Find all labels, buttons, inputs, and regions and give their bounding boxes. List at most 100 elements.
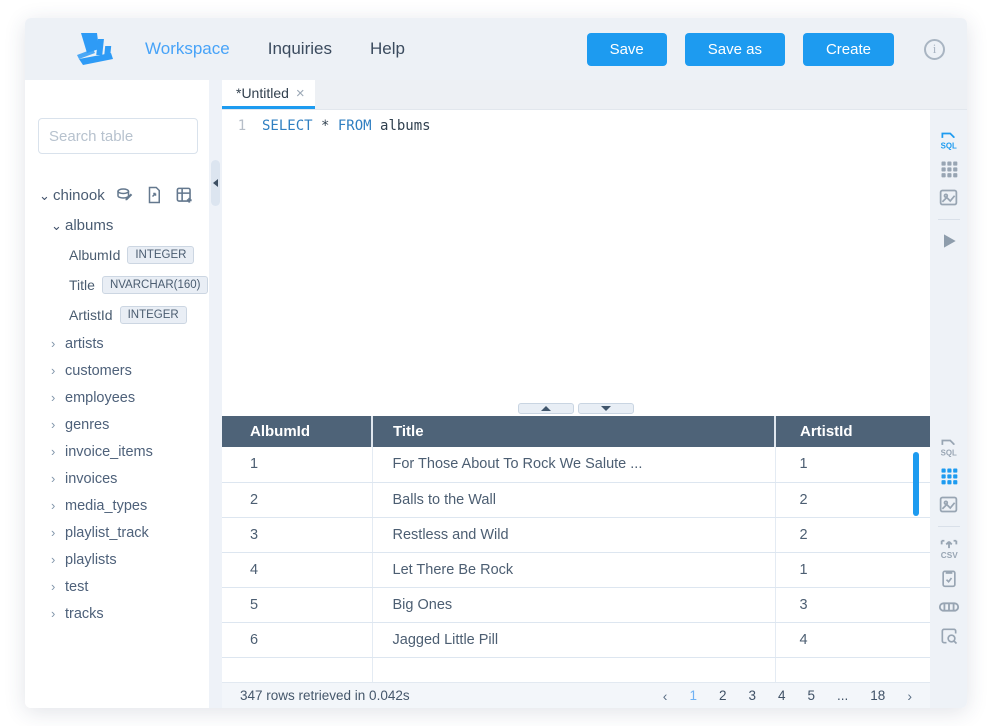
column-header-title[interactable]: Title [372,416,775,447]
page-5[interactable]: 5 [808,688,816,703]
line-number: 1 [222,118,262,403]
results-grid: AlbumIdTitleArtistId 1For Those About To… [222,416,930,682]
table-cell: 5 [222,587,372,622]
table-cell: Jagged Little Pill [372,622,775,657]
page-3[interactable]: 3 [748,688,756,703]
svg-text:CSV: CSV [940,551,957,560]
info-icon[interactable]: i [924,39,945,60]
table-row[interactable]: 6Jagged Little Pill4 [222,622,930,657]
database-node-chinook[interactable]: ⌄ chinook [25,180,209,211]
table-cell [222,657,372,682]
table-row[interactable]: 2Balls to the Wall2 [222,482,930,517]
app-window: Workspace Inquiries Help Save Save as Cr… [25,18,967,708]
save-button[interactable]: Save [587,33,667,66]
chevron-right-icon: › [51,606,65,621]
create-button[interactable]: Create [803,33,894,66]
column-type-badge: NVARCHAR(160) [102,276,209,294]
table-node-invoice_items[interactable]: ›invoice_items [25,438,209,465]
table-node-artists[interactable]: ›artists [25,330,209,357]
close-tab-icon[interactable]: × [296,85,305,102]
table-node-genres[interactable]: ›genres [25,411,209,438]
table-node-albums[interactable]: ⌄ albums [25,211,209,240]
rows-status-text: 347 rows retrieved in 0.042s [240,688,410,703]
zoom-area-icon[interactable] [939,626,959,646]
table-cell: Let There Be Rock [372,552,775,587]
table-name: albums [65,217,113,234]
chevron-right-icon: › [51,525,65,540]
toolbar-divider [938,526,960,527]
table-name: artists [65,336,104,352]
table-row-partial[interactable] [222,657,930,682]
expand-up-button[interactable] [518,403,574,414]
schema-tree: ⌄ chinook ⌄ [25,180,209,627]
table-cell: 2 [775,482,930,517]
sql-editor[interactable]: 1 SELECT * FROM albums [222,110,930,403]
page-2[interactable]: 2 [719,688,727,703]
table-node-playlist_track[interactable]: ›playlist_track [25,519,209,546]
page-prev[interactable]: ‹ [663,688,668,704]
grid-view-icon[interactable] [939,159,959,179]
chart-view-icon[interactable] [938,187,959,208]
table-node-employees[interactable]: ›employees [25,384,209,411]
collapse-sidebar-handle[interactable] [211,160,220,206]
table-node-tracks[interactable]: ›tracks [25,600,209,627]
table-cell: 1 [775,552,930,587]
table-node-customers[interactable]: ›customers [25,357,209,384]
sql-view-icon[interactable]: SQL [938,130,959,151]
chart-view-icon[interactable] [938,494,959,515]
export-csv-icon[interactable]: CSV [938,538,960,560]
tab-bar: *Untitled × [222,80,967,110]
sql-keyword: SELECT [262,118,313,134]
chevron-right-icon: › [51,498,65,513]
expand-down-button[interactable] [578,403,634,414]
triangle-up-icon [541,406,551,411]
table-node-test[interactable]: ›test [25,573,209,600]
table-row[interactable]: 3Restless and Wild2 [222,517,930,552]
triangle-down-icon [601,406,611,411]
tab-untitled[interactable]: *Untitled × [222,80,315,109]
table-cell: Balls to the Wall [372,482,775,517]
column-title: Title NVARCHAR(160) [25,270,209,300]
pane-splitter[interactable] [222,403,930,416]
table-node-invoices[interactable]: ›invoices [25,465,209,492]
page-1[interactable]: 1 [689,688,697,703]
column-name: Title [69,277,95,293]
status-bar: 347 rows retrieved in 0.042s ‹ 1 2 3 4 5... 18… [222,682,930,708]
toolbar-divider [938,219,960,220]
table-name: test [65,579,88,595]
sql-view-icon[interactable]: SQL [938,437,959,458]
table-add-icon[interactable] [175,186,194,205]
search-table-input[interactable] [38,118,198,154]
page-18[interactable]: 18 [870,688,885,703]
nav-inquiries[interactable]: Inquiries [268,39,332,59]
column-type-badge: INTEGER [127,246,194,264]
data-table-icon[interactable] [938,596,960,618]
file-export-icon[interactable] [145,186,163,204]
sidebar-resizer[interactable] [209,80,222,708]
sql-code-line: SELECT * FROM albums [262,118,431,403]
column-header-artistid[interactable]: ArtistId [775,416,930,447]
page-next[interactable]: › [907,688,912,704]
clipboard-check-icon[interactable] [939,568,959,588]
table-row[interactable]: 1For Those About To Rock We Salute ...1 [222,447,930,482]
table-cell: 2 [222,482,372,517]
table-row[interactable]: 4Let There Be Rock1 [222,552,930,587]
column-name: AlbumId [69,247,120,263]
table-name: invoice_items [65,444,153,460]
table-row[interactable]: 5Big Ones3 [222,587,930,622]
table-node-playlists[interactable]: ›playlists [25,546,209,573]
table-node-media_types[interactable]: ›media_types [25,492,209,519]
column-header-albumid[interactable]: AlbumId [222,416,372,447]
database-edit-icon[interactable] [115,186,133,204]
save-as-button[interactable]: Save as [685,33,785,66]
table-cell: Big Ones [372,587,775,622]
tab-title: *Untitled [236,85,289,101]
page-4[interactable]: 4 [778,688,786,703]
page-ellipsis[interactable]: ... [837,688,848,703]
results-scrollbar[interactable] [913,452,919,516]
nav-help[interactable]: Help [370,39,405,59]
nav-workspace[interactable]: Workspace [145,39,230,59]
grid-view-icon[interactable] [939,466,959,486]
run-query-icon[interactable] [939,231,959,251]
chevron-down-icon: ⌄ [39,188,53,204]
